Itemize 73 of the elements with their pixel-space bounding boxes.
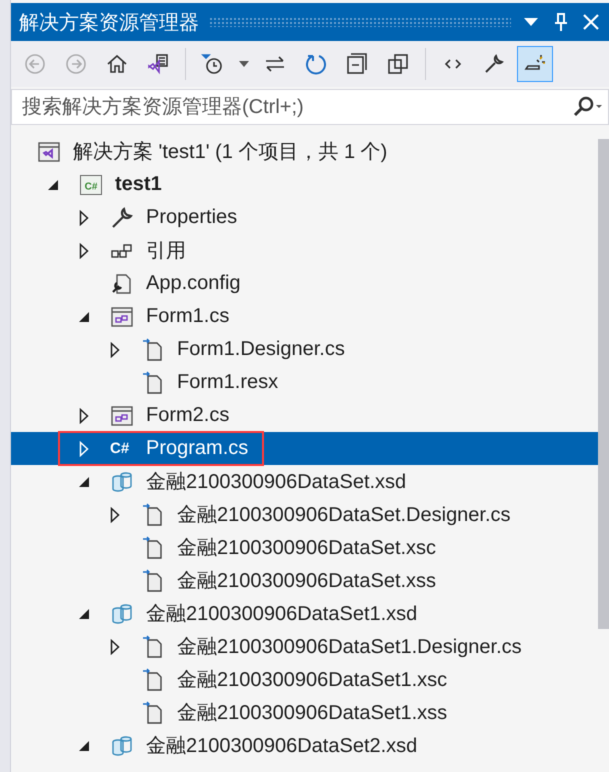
tree-row[interactable]: Form2.cs (11, 399, 598, 432)
dataset-icon (110, 602, 134, 626)
collapsed-arrow-icon[interactable] (110, 506, 120, 522)
tree-row[interactable]: 金融2100300906DataSet.xsd (11, 465, 598, 498)
tree-row[interactable]: Form1.resx (11, 366, 598, 399)
csharp-badge-text: C# (84, 181, 98, 192)
tree-item-label: 金融2100300906DataSet2.xsd (146, 734, 418, 759)
solution-icon (37, 140, 61, 164)
expanded-arrow-icon[interactable] (78, 310, 90, 322)
tree-row[interactable]: 金融2100300906DataSet.Designer.cs (11, 498, 598, 531)
tree-row[interactable]: 金融2100300906DataSet2.xsd (11, 729, 598, 762)
dataset-icon (110, 734, 134, 758)
tree-item-label: Properties (146, 206, 238, 229)
tree-row[interactable]: Properties (11, 201, 598, 234)
wrench-icon (110, 206, 134, 230)
expanded-arrow-icon[interactable] (78, 476, 90, 488)
tree-row[interactable]: 金融2100300906DataSet.xss (11, 564, 598, 597)
tree-row[interactable]: Form1.cs (11, 300, 598, 333)
search-icon[interactable] (572, 95, 602, 119)
toolbar-button[interactable] (517, 46, 553, 82)
vs-list-icon (146, 52, 170, 76)
solution-label: 解决方案 'test1' (1 个项目，共 1 个) (73, 140, 388, 165)
tree-item-label: 金融2100300906DataSet1.xss (177, 701, 448, 726)
scrollbar-thumb[interactable] (598, 139, 609, 629)
dataset-icon (110, 470, 134, 494)
search-field[interactable]: 搜索解决方案资源管理器(Ctrl+;) (20, 94, 572, 120)
tree-row[interactable]: C# test1 (11, 168, 598, 201)
search-box[interactable]: 搜索解决方案资源管理器(Ctrl+;) (11, 89, 609, 125)
tree-item-label: Program.cs (146, 437, 248, 460)
tree-item-label: 金融2100300906DataSet.xsc (177, 536, 436, 561)
tree-item-label: App.config (146, 272, 241, 295)
tree-item-label: Form1.Designer.cs (177, 338, 345, 361)
close-icon[interactable] (581, 12, 601, 32)
clock-icon (201, 52, 225, 76)
tree-row[interactable]: 金融2100300906DataSet1.xsc (11, 663, 598, 696)
tree-item-label: 金融2100300906DataSet1.xsc (177, 668, 448, 693)
tree-row[interactable]: 金融2100300906DataSet1.Designer.cs (11, 630, 598, 663)
refresh-icon (304, 52, 328, 76)
tree-item-label: test1 (115, 173, 162, 196)
tree-item-label: 金融2100300906DataSet1.xsd (146, 602, 418, 627)
tree-item-label: Form2.cs (146, 404, 230, 427)
copy-icon (386, 52, 410, 76)
csharp-file-icon: C# (110, 436, 130, 460)
window-title: 解决方案资源管理器 (19, 10, 199, 36)
tree-item-label: 金融2100300906DataSet.Designer.cs (177, 503, 511, 528)
tree-row[interactable]: 金融2100300906DataSet1.xss (11, 696, 598, 729)
tree-item-label: 金融2100300906DataSet.xss (177, 569, 436, 594)
back-icon (23, 52, 47, 76)
home-icon (105, 52, 129, 76)
collapsed-arrow-icon[interactable] (79, 242, 89, 258)
forward-icon (64, 52, 88, 76)
collapsed-arrow-icon[interactable] (79, 210, 89, 226)
tree-item-label: Form1.cs (146, 305, 230, 328)
tree-row[interactable]: App.config (11, 267, 598, 300)
tree-row[interactable]: 金融2100300906DataSet1.xsd (11, 597, 598, 630)
collapsed-arrow-icon[interactable] (110, 342, 120, 358)
expanded-arrow-icon[interactable] (78, 608, 90, 620)
tree-item-label: 金融2100300906DataSet.xsd (146, 470, 406, 495)
tree-item-label: 引用 (146, 239, 186, 264)
form-icon (110, 304, 134, 328)
expanded-arrow-icon[interactable] (47, 178, 59, 190)
collapsed-arrow-icon[interactable] (110, 638, 120, 654)
tree-row[interactable]: C# Program.cs (11, 432, 598, 465)
tree-row[interactable]: 引用 (11, 234, 598, 267)
tree-item-label: Form1.resx (177, 371, 278, 394)
tree-row[interactable]: Form1.Designer.cs (11, 333, 598, 366)
form-icon (110, 404, 134, 428)
expanded-arrow-icon[interactable] (78, 740, 90, 752)
tree-item-label: 金融2100300906DataSet1.Designer.cs (177, 635, 522, 660)
collapsed-arrow-icon[interactable] (79, 408, 89, 424)
solution-row[interactable]: 解决方案 'test1' (1 个项目，共 1 个) (11, 135, 598, 168)
collapse-all-icon (345, 52, 369, 76)
tree-row[interactable]: 金融2100300906DataSet.xsc (11, 531, 598, 564)
